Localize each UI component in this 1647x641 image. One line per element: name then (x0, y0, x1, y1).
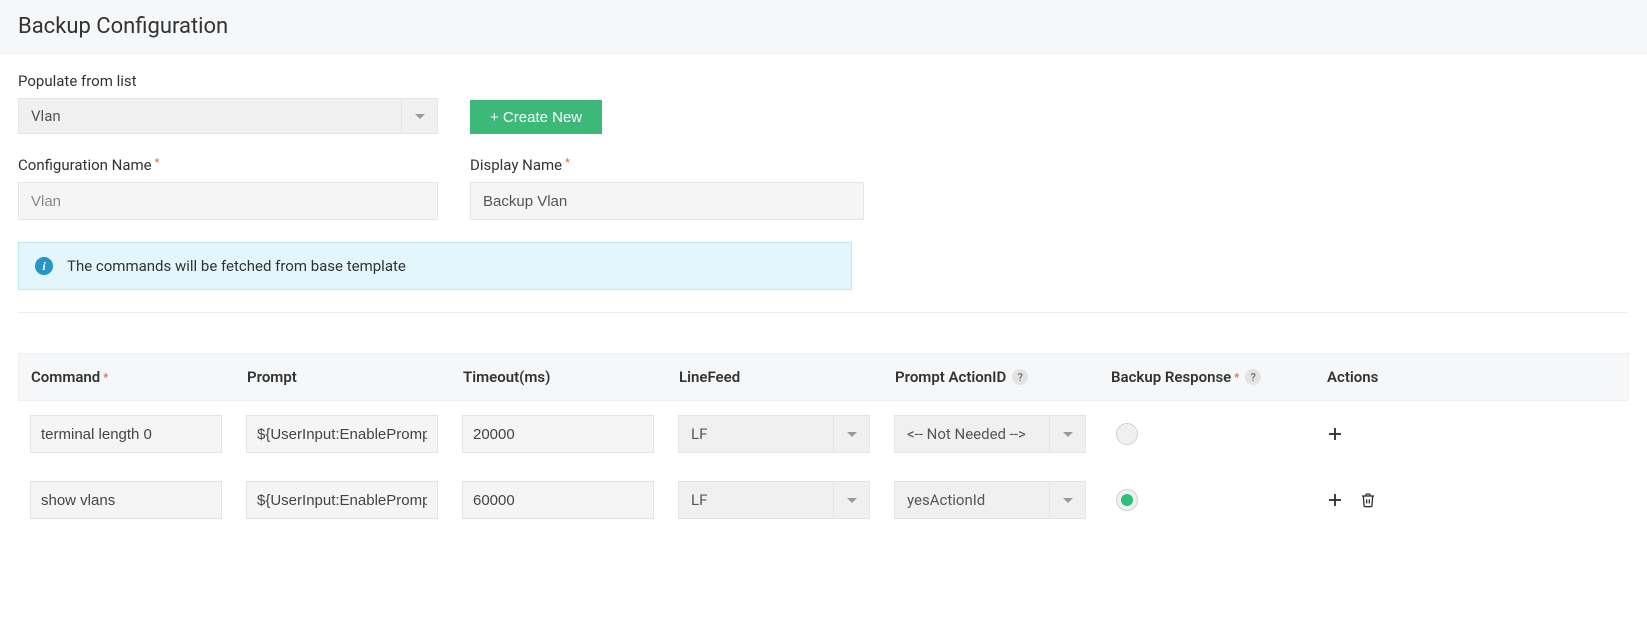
table-header: Command* Prompt Timeout(ms) LineFeed Pro… (18, 353, 1629, 401)
display-name-label: Display Name* (470, 156, 864, 174)
page-title: Backup Configuration (0, 0, 1647, 54)
divider (18, 312, 1629, 313)
display-name-group: Display Name* (470, 156, 864, 220)
display-name-input[interactable] (470, 182, 864, 220)
add-row-button[interactable] (1326, 425, 1344, 443)
chevron-down-icon (401, 98, 437, 134)
timeout-input[interactable] (462, 481, 654, 519)
plus-icon (1326, 425, 1344, 443)
info-icon: i (35, 257, 53, 275)
config-name-input (18, 182, 438, 220)
populate-label: Populate from list (18, 72, 438, 90)
config-name-group: Configuration Name* (18, 156, 438, 220)
prompt-action-select[interactable]: yesActionId (894, 481, 1086, 519)
prompt-input[interactable] (246, 415, 438, 453)
info-banner: i The commands will be fetched from base… (18, 242, 852, 290)
prompt-action-select[interactable]: <-- Not Needed --> (894, 415, 1086, 453)
create-new-button[interactable]: + Create New (470, 100, 602, 134)
command-input[interactable] (30, 481, 222, 519)
populate-select[interactable]: Vlan (18, 98, 438, 134)
timeout-input[interactable] (462, 415, 654, 453)
required-marker: * (103, 371, 108, 384)
help-icon[interactable]: ? (1245, 369, 1261, 385)
delete-row-button[interactable] (1360, 491, 1376, 509)
required-marker: * (155, 156, 160, 169)
required-marker: * (565, 156, 570, 169)
chevron-down-icon (833, 416, 869, 452)
header-timeout: Timeout(ms) (463, 368, 679, 386)
name-row: Configuration Name* Display Name* (18, 156, 1629, 220)
linefeed-select[interactable]: LF (678, 415, 870, 453)
populate-row: Populate from list Vlan + Create New (18, 72, 1629, 134)
backup-response-radio[interactable] (1116, 489, 1138, 511)
plus-icon (1326, 491, 1344, 509)
command-table: Command* Prompt Timeout(ms) LineFeed Pro… (18, 353, 1629, 533)
command-input[interactable] (30, 415, 222, 453)
header-actions: Actions (1327, 368, 1616, 386)
header-prompt: Prompt (247, 368, 463, 386)
chevron-down-icon (1049, 482, 1085, 518)
chevron-down-icon (833, 482, 869, 518)
help-icon[interactable]: ? (1012, 369, 1028, 385)
populate-group: Populate from list Vlan (18, 72, 438, 134)
required-marker: * (1234, 371, 1239, 384)
add-row-button[interactable] (1326, 491, 1344, 509)
linefeed-select[interactable]: LF (678, 481, 870, 519)
header-linefeed: LineFeed (679, 368, 895, 386)
radio-selected-icon (1121, 494, 1133, 506)
info-banner-text: The commands will be fetched from base t… (67, 257, 406, 275)
header-prompt-action: Prompt ActionID ? (895, 368, 1111, 386)
populate-select-value: Vlan (19, 107, 401, 125)
trash-icon (1360, 491, 1376, 509)
header-backup-response: Backup Response* ? (1111, 368, 1327, 386)
content-area: Populate from list Vlan + Create New Con… (0, 54, 1647, 551)
config-name-label: Configuration Name* (18, 156, 438, 174)
table-row: LF <-- Not Needed --> (18, 401, 1629, 467)
table-row: LF yesActionId (18, 467, 1629, 533)
header-command: Command* (31, 368, 247, 386)
prompt-input[interactable] (246, 481, 438, 519)
chevron-down-icon (1049, 416, 1085, 452)
backup-response-radio[interactable] (1116, 423, 1138, 445)
